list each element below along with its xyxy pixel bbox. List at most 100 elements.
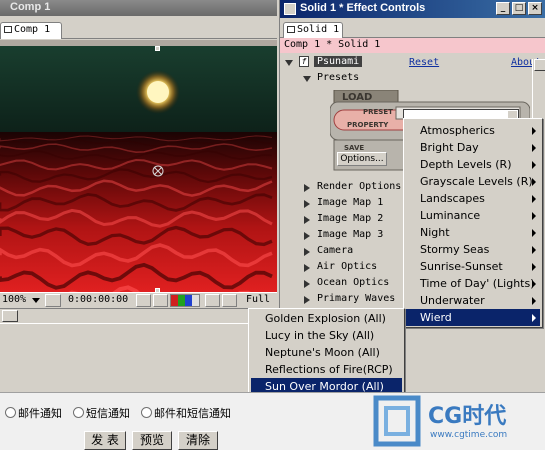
clear-button[interactable]: 清除 <box>178 431 218 450</box>
zoom-value[interactable]: 100% <box>2 294 26 307</box>
comp-horizontal-scrollbar[interactable] <box>0 308 277 323</box>
preset-menu-item-label: Stormy Seas <box>420 243 490 256</box>
group-expand-icon[interactable] <box>304 248 310 256</box>
tab-comp-1-label: Comp 1 <box>14 24 51 35</box>
maximize-icon[interactable]: □ <box>512 2 526 15</box>
preset-category-menu: Atmospherics Bright Day Depth Levels (R) Gr… <box>403 118 543 328</box>
show-snapshot-icon[interactable] <box>153 294 168 307</box>
wierd-preset-item[interactable]: Neptune's Moon (All) <box>251 344 402 361</box>
effect-controls-tab-bar: Solid 1 <box>280 18 545 38</box>
cgtime-brand: CG时代 <box>428 404 507 429</box>
preview-button[interactable]: 预览 <box>132 431 172 450</box>
options-button[interactable]: Options... <box>337 152 387 166</box>
wierd-preset-item[interactable]: Lucy in the Sky (All) <box>251 327 402 344</box>
submenu-arrow-icon <box>532 297 536 305</box>
email-notify-label: 邮件通知 <box>18 407 62 420</box>
group-expand-icon[interactable] <box>304 200 310 208</box>
preset-menu-item[interactable]: Luminance <box>406 207 540 224</box>
reset-link[interactable]: Reset <box>409 57 439 68</box>
layer-icon <box>287 25 295 33</box>
preset-menu-item-label: Night <box>420 226 450 239</box>
wierd-preset-item[interactable]: Golden Explosion (All) <box>251 310 402 327</box>
region-of-interest-icon[interactable] <box>205 294 220 307</box>
group-expand-icon[interactable] <box>304 232 310 240</box>
effect-group-label: Ocean Optics <box>317 277 390 288</box>
handle-top[interactable] <box>155 46 160 51</box>
presets-label: Presets <box>317 72 360 83</box>
group-expand-icon[interactable] <box>304 264 310 272</box>
wierd-preset-label: Reflections of Fire(RCP) <box>265 363 393 376</box>
preset-menu-item[interactable]: Night <box>406 224 540 241</box>
preset-menu-item-label: Luminance <box>420 209 481 222</box>
effect-group-label: Primary Waves <box>317 293 396 304</box>
wierd-preset-label: Lucy in the Sky (All) <box>265 329 375 342</box>
sms-notify-radio[interactable] <box>73 407 84 418</box>
preset-menu-item-label: Sunrise-Sunset <box>420 260 503 273</box>
preset-menu-item[interactable]: Sunrise-Sunset <box>406 258 540 275</box>
timecode[interactable]: 0:00:00:00 <box>68 294 128 307</box>
wierd-preset-item[interactable]: Reflections of Fire(RCP) <box>251 361 402 378</box>
preset-menu-item[interactable]: Time of Day' (Lights) <box>406 275 540 292</box>
effect-header-row: f Psunami Reset About <box>280 55 545 71</box>
zoom-dropdown-icon[interactable] <box>32 298 40 303</box>
effect-name[interactable]: Psunami <box>314 56 363 67</box>
comp-icon <box>4 25 12 33</box>
comp-title-text: Comp 1 <box>10 1 51 13</box>
email-sms-notify-radio[interactable] <box>141 407 152 418</box>
preset-menu-item-label: Landscapes <box>420 192 485 205</box>
comp-window-title: Comp 1 <box>0 0 277 16</box>
submenu-arrow-icon <box>532 144 536 152</box>
scroll-thumb[interactable] <box>2 310 18 322</box>
snapshot-icon[interactable] <box>136 294 151 307</box>
close-icon[interactable]: × <box>528 2 542 15</box>
preset-menu-item-label: Depth Levels (R) <box>420 158 512 171</box>
wierd-preset-label: Golden Explosion (All) <box>265 312 386 325</box>
submenu-arrow-icon <box>532 127 536 135</box>
effect-group-label: Image Map 3 <box>317 229 384 240</box>
preset-menu-item[interactable]: Bright Day <box>406 139 540 156</box>
breadcrumb-text: Comp 1 * Solid 1 <box>284 39 381 50</box>
preset-menu-item[interactable]: Landscapes <box>406 190 540 207</box>
tab-comp-1[interactable]: Comp 1 <box>0 22 62 39</box>
preset-menu-item-label: Time of Day' (Lights) <box>420 277 535 290</box>
safe-zones-icon[interactable] <box>45 294 61 307</box>
preset-menu-item-label: Wierd <box>420 311 452 324</box>
preset-menu-item[interactable]: Atmospherics <box>406 122 540 139</box>
preset-menu-item[interactable]: Depth Levels (R) <box>406 156 540 173</box>
group-expand-icon[interactable] <box>304 296 310 304</box>
effect-controls-title-text: Solid 1 * Effect Controls <box>300 2 426 14</box>
effect-controls-title: Solid 1 * Effect Controls _ □ × <box>280 0 545 18</box>
email-notify-radio[interactable] <box>5 407 16 418</box>
ae-window-icon <box>284 3 296 15</box>
preset-menu-item[interactable]: Underwater <box>406 292 540 309</box>
preset-menu-item-label: Atmospherics <box>420 124 495 137</box>
cgtime-url: www.cgtime.com <box>430 430 508 440</box>
effect-expand-icon[interactable] <box>285 60 293 66</box>
channel-icon[interactable] <box>170 294 200 307</box>
preset-menu-item[interactable]: Stormy Seas <box>406 241 540 258</box>
transparency-grid-icon[interactable] <box>222 294 237 307</box>
resolution-value[interactable]: Full <box>246 294 270 307</box>
preset-menu-item[interactable]: Grayscale Levels (R) <box>406 173 540 190</box>
submenu-arrow-icon <box>532 178 536 186</box>
comp-tab-bar: Comp 1 <box>0 16 277 39</box>
group-expand-icon[interactable] <box>304 216 310 224</box>
comp-viewer[interactable] <box>0 40 277 292</box>
publish-button[interactable]: 发 表 <box>84 431 126 450</box>
ocean-render <box>0 40 277 292</box>
minimize-icon[interactable]: _ <box>496 2 510 15</box>
loader-property-label: PROPERTY <box>347 121 389 129</box>
presets-expand-icon[interactable] <box>303 76 311 82</box>
preset-menu-item-label: Grayscale Levels (R) <box>420 175 533 188</box>
scroll-up-icon[interactable] <box>534 59 545 71</box>
group-expand-icon[interactable] <box>304 184 310 192</box>
preset-menu-item[interactable]: Wierd <box>406 309 540 326</box>
email-sms-notify-label: 邮件和短信通知 <box>154 407 231 420</box>
presets-row: Presets <box>280 71 545 87</box>
effect-group-label: Air Optics <box>317 261 378 272</box>
group-expand-icon[interactable] <box>304 280 310 288</box>
fx-toggle-icon[interactable]: f <box>299 56 309 67</box>
tab-solid-1[interactable]: Solid 1 <box>283 22 343 38</box>
effect-group-label: Image Map 2 <box>317 213 384 224</box>
submenu-arrow-icon <box>532 246 536 254</box>
